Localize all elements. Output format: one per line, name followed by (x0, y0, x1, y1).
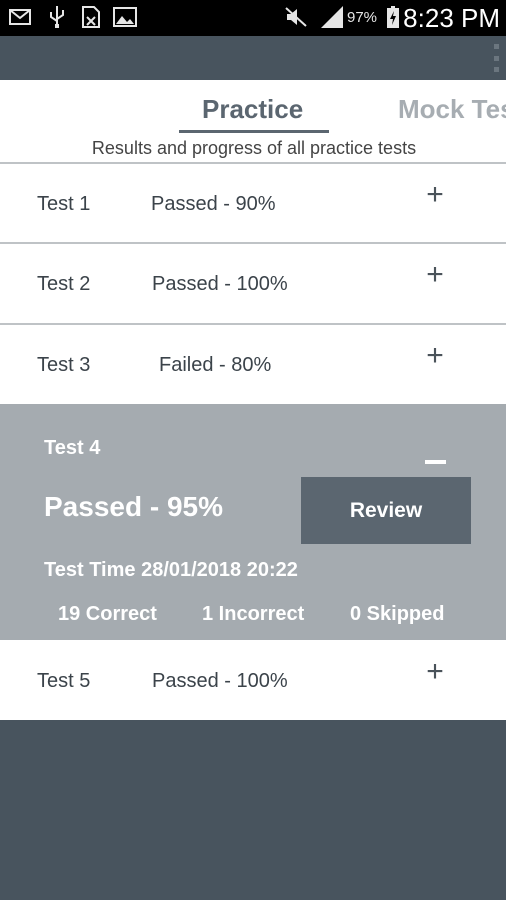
test-row-4-expanded: Test 4 Passed - 95% Review Test Time 28/… (0, 404, 506, 640)
test-name: Test 5 (37, 670, 91, 692)
test-name: Test 2 (37, 273, 91, 295)
app-bar (0, 36, 506, 80)
battery-icon (386, 6, 400, 28)
skipped-count: 0 Skipped (350, 603, 445, 625)
tab-mock-tests[interactable]: Mock Tests (398, 94, 506, 125)
test-result: Passed - 100% (152, 273, 288, 295)
expand-plus-icon[interactable]: + (422, 341, 448, 371)
results-panel: Practice Mock Tests Results and progress… (0, 80, 506, 720)
collapse-minus-icon[interactable] (425, 460, 446, 464)
file-icon (80, 6, 102, 28)
expand-plus-icon[interactable]: + (422, 260, 448, 290)
test-row-3[interactable]: Test 3 Failed - 80% + (0, 325, 506, 404)
tab-practice[interactable]: Practice (202, 94, 303, 125)
battery-percent: 97% (347, 9, 378, 26)
mail-icon (8, 6, 32, 28)
test-name: Test 1 (37, 193, 91, 215)
signal-icon (318, 6, 346, 28)
expand-plus-icon[interactable]: + (422, 180, 448, 210)
overflow-menu-icon[interactable] (492, 44, 500, 72)
mute-icon (284, 6, 308, 28)
test-row-2[interactable]: Test 2 Passed - 100% + (0, 244, 506, 323)
correct-count: 19 Correct (58, 603, 157, 625)
status-bar: 97% 8:23 PM (0, 0, 506, 36)
empty-area (0, 720, 506, 900)
usb-icon (46, 6, 68, 28)
test-name: Test 4 (44, 437, 101, 459)
expand-plus-icon[interactable]: + (422, 657, 448, 687)
subtitle: Results and progress of all practice tes… (91, 138, 417, 158)
clock-time: 8:23 PM (403, 3, 500, 33)
test-result: Passed - 100% (152, 670, 288, 692)
active-tab-indicator (179, 130, 329, 133)
test-row-5[interactable]: Test 5 Passed - 100% + (0, 641, 506, 720)
tab-bar: Practice Mock Tests (0, 80, 506, 136)
test-result: Passed - 95% (44, 491, 223, 522)
test-result: Passed - 90% (151, 193, 276, 215)
test-name: Test 3 (37, 354, 91, 376)
test-time: Test Time 28/01/2018 20:22 (44, 559, 298, 581)
image-icon (112, 6, 138, 28)
review-button[interactable]: Review (301, 477, 471, 544)
incorrect-count: 1 Incorrect (202, 603, 305, 625)
test-row-1[interactable]: Test 1 Passed - 90% + (0, 164, 506, 243)
test-result: Failed - 80% (159, 354, 272, 376)
